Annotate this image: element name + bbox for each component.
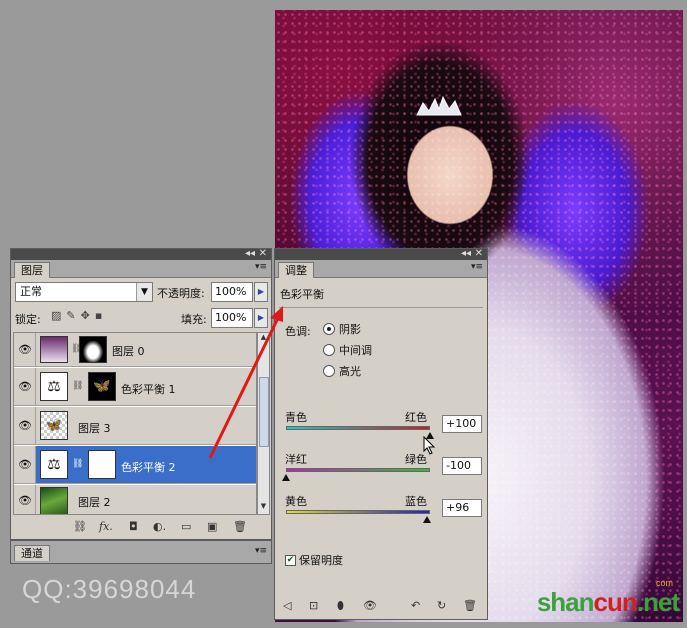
annotation-arrow (208, 306, 283, 459)
mouse-cursor-icon (423, 436, 436, 455)
